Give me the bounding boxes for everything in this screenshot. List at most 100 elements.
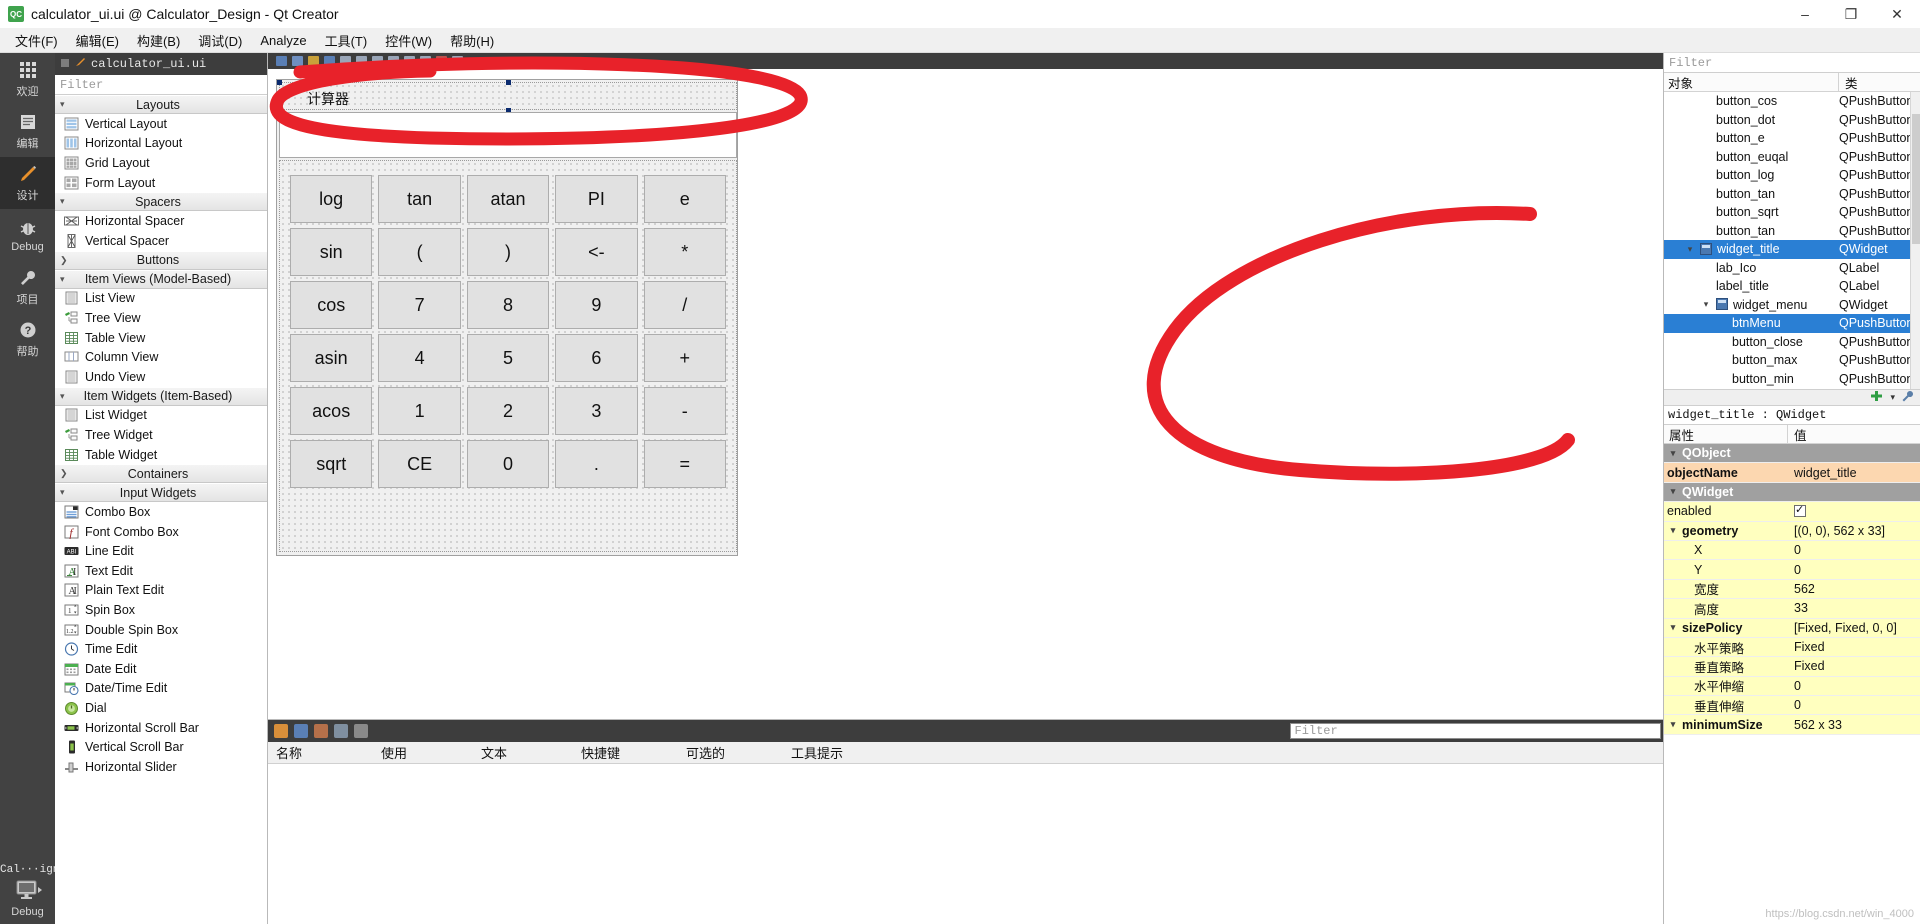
resize-handle-tl[interactable] [277,80,282,85]
widget-item[interactable]: Form Layout [55,173,267,193]
widget-item[interactable]: Date Edit [55,659,267,679]
action-table-body[interactable] [268,764,1663,924]
calculator-button[interactable]: 7 [378,281,461,329]
widget-item[interactable]: List Widget [55,406,267,426]
layout-splitter-h-icon[interactable] [372,56,383,66]
calculator-button[interactable]: + [643,334,726,382]
calculator-button[interactable]: 1 [378,387,461,435]
chevron-down-icon[interactable]: ▾ [1667,486,1679,497]
widget-item[interactable]: Table View [55,328,267,348]
widget-item[interactable]: A I Plain Text Edit [55,581,267,601]
widget-group-header[interactable]: ▾ Layouts [55,95,267,114]
menu-window[interactable]: 控件(W) [376,28,441,53]
chevron-down-icon[interactable]: ▾ [1684,244,1696,255]
object-tree-scrollbar[interactable] [1910,92,1920,389]
widget-item[interactable]: Horizontal Spacer [55,211,267,231]
mode-debug[interactable]: Debug [0,209,55,261]
resize-handle-ml[interactable] [277,94,282,99]
mode-edit[interactable]: 编辑 [0,105,55,157]
calculator-button[interactable]: / [643,281,726,329]
form-root-widget[interactable]: 计算器 log tan atan PI e sin() <- * cos 7 8 9/ asin 4 5 6 +… [276,79,738,556]
calculator-button[interactable]: asin [290,334,373,382]
object-tree-row[interactable]: button_sqrt QPushButton [1664,203,1920,222]
calculator-button[interactable]: <- [555,228,638,276]
object-tree-row[interactable]: button_dot QPushButton [1664,111,1920,130]
layout-grid-icon[interactable] [388,56,399,66]
menu-edit[interactable]: 编辑(E) [67,28,128,53]
mode-projects[interactable]: 项目 [0,261,55,313]
configure-icon[interactable] [354,724,368,738]
widget-item[interactable]: Table Widget [55,445,267,465]
action-editor-icon[interactable] [274,724,288,738]
layout-horizontally-icon[interactable] [340,56,351,66]
property-row[interactable]: 垂直伸缩 0 [1664,696,1920,716]
widget-item[interactable]: Undo View [55,367,267,387]
property-row[interactable]: 宽度 562 [1664,579,1920,600]
widget-item[interactable]: List View [55,289,267,309]
calculator-button[interactable]: log [290,175,373,223]
widget-group-header[interactable]: ❯ Buttons [55,250,267,270]
calculator-button[interactable]: 8 [466,281,550,329]
calculator-button[interactable]: * [643,228,726,276]
adjust-size-icon[interactable] [420,56,431,66]
calculator-button[interactable]: = [643,440,726,488]
calculator-button[interactable]: sin [290,228,373,276]
widget-item[interactable]: Horizontal Layout [55,134,267,154]
add-property-icon[interactable] [1870,390,1884,405]
mode-design[interactable]: 设计 [0,157,55,209]
calculator-button[interactable]: cos [290,281,373,329]
calculator-button[interactable]: 3 [555,387,638,435]
display-line-edit[interactable] [279,112,737,158]
layout-form-icon[interactable] [404,56,415,66]
widget-item[interactable]: Combo Box [55,502,267,522]
property-row[interactable]: 水平策略 Fixed [1664,637,1920,658]
layout-vertically-icon[interactable] [356,56,367,66]
menu-build[interactable]: 构建(B) [128,28,189,53]
scrollbar-thumb[interactable] [1912,114,1920,244]
object-tree-row[interactable]: btnMenu QPushButton [1664,314,1920,333]
widget-box-filter[interactable]: Filter [55,75,267,95]
edit-signals-icon[interactable] [292,56,303,66]
widget-item[interactable]: ABI Line Edit [55,542,267,562]
widget-group-header[interactable]: ❯ Containers [55,464,267,484]
widget-group-header[interactable]: ▾ Item Views (Model-Based) [55,269,267,289]
object-tree-row[interactable]: ▾ widget_menu QWidget [1664,296,1920,315]
edit-widgets-icon[interactable] [276,56,287,66]
edit-buddies-icon[interactable] [308,56,319,66]
object-tree-row[interactable]: lab_Ico QLabel [1664,259,1920,278]
calculator-button[interactable]: PI [555,175,638,223]
widget-item[interactable]: Tree Widget [55,425,267,445]
edit-tab-order-icon[interactable] [324,56,335,66]
configure-property-icon[interactable] [1901,390,1914,406]
object-tree-row[interactable]: button_min QPushButton [1664,370,1920,389]
property-row[interactable]: ▾ minimumSize 562 x 33 [1664,715,1920,735]
preview-icon[interactable] [452,56,463,66]
calculator-button[interactable]: 2 [466,387,550,435]
calculator-button[interactable]: . [555,440,638,488]
chevron-down-icon[interactable]: ▾ [1667,719,1679,730]
resize-handle-tc[interactable] [506,80,511,85]
object-tree-row[interactable]: label_title QLabel [1664,277,1920,296]
new-action-icon[interactable] [314,724,328,738]
run-config[interactable]: Debug [0,879,55,918]
kit-selector[interactable]: Cal···ign Debug [0,861,59,924]
property-row[interactable]: 垂直策略 Fixed [1664,657,1920,677]
widget-group-header[interactable]: ▾ Item Widgets (Item-Based) [55,386,267,406]
object-inspector-tree[interactable]: button_cos QPushButton button_dot QPushButt… [1664,92,1920,389]
widget-item[interactable]: Dial [55,698,267,718]
back-icon[interactable] [59,57,71,72]
delete-icon[interactable] [334,724,348,738]
calculator-button[interactable]: 4 [378,334,461,382]
object-tree-row[interactable]: button_tan QPushButton [1664,222,1920,241]
calculator-button[interactable]: 0 [466,440,550,488]
break-layout-icon[interactable] [436,56,447,66]
mode-welcome[interactable]: 欢迎 [0,53,55,105]
chevron-down-icon[interactable]: ▾ [1700,299,1712,310]
editor-tab-filename[interactable]: calculator_ui.ui [91,57,206,71]
mode-help[interactable]: ? 帮助 [0,313,55,365]
property-group-row[interactable]: ▾ QWidget [1664,482,1920,503]
calculator-button[interactable]: tan [378,175,461,223]
widget-item[interactable]: A I Text Edit [55,561,267,581]
property-row[interactable]: Y0 [1664,560,1920,580]
widget-item[interactable]: Time Edit [55,639,267,659]
